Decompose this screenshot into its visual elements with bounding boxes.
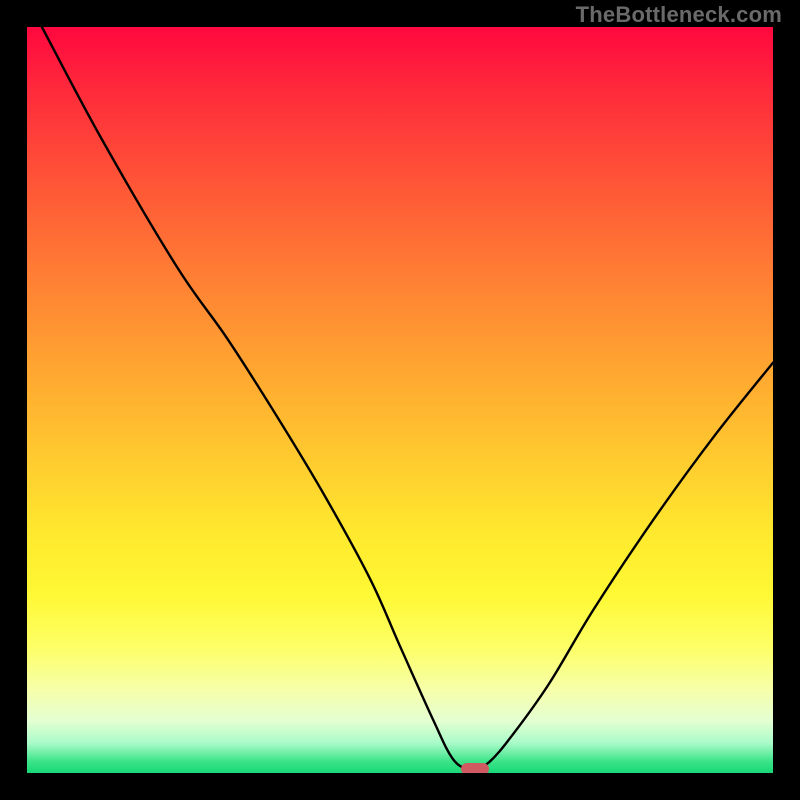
bottleneck-curve bbox=[27, 27, 773, 773]
watermark-text: TheBottleneck.com bbox=[576, 2, 782, 28]
optimal-marker bbox=[461, 763, 489, 773]
curve-path bbox=[42, 27, 773, 771]
plot-area bbox=[27, 27, 773, 773]
chart-frame: TheBottleneck.com bbox=[0, 0, 800, 800]
